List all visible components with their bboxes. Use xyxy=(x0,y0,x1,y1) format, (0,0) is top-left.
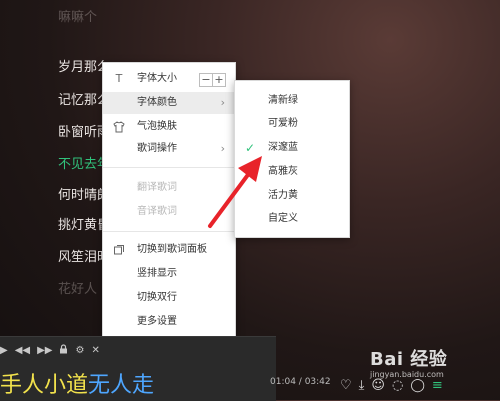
menu-item-label: 音译歌词 xyxy=(137,206,177,217)
watermark-logo: Bai 经验 xyxy=(370,349,448,370)
desktop-lyric-toolbar: ▶ ◀◀ ▶▶ ⚙ ✕ xyxy=(0,343,107,357)
desktop-lyric-line: 手人小道无人走 xyxy=(0,367,154,399)
menu-item-label: 气泡换肤 xyxy=(137,121,177,132)
menu-item-label: 切换到歌词面板 xyxy=(137,244,207,255)
playlist-icon[interactable]: ≡ xyxy=(432,378,443,393)
decrease-font-button[interactable]: − xyxy=(200,74,212,86)
menu-item-label: 字体颜色 xyxy=(137,97,177,108)
menu-item-font-color[interactable]: 字体颜色 › xyxy=(103,92,235,114)
lyric-icon[interactable]: ◌ xyxy=(392,378,403,393)
previous-icon[interactable]: ◀◀ xyxy=(15,345,30,356)
menu-item-label: 字体大小 xyxy=(137,73,177,84)
desktop-lyric-bar: ▶ ◀◀ ▶▶ ⚙ ✕ 手人小道无人走 xyxy=(0,336,276,401)
menu-item-switch-panel[interactable]: 切换到歌词面板 xyxy=(103,239,235,261)
lyric-upcoming-text: 无人走 xyxy=(88,373,155,398)
color-option-label: 可爱粉 xyxy=(268,118,298,129)
font-size-stepper: − + xyxy=(199,73,226,87)
window-icon xyxy=(113,244,125,256)
player-controls: ♡ ⤓ ☺ ◌ ◯ ≡ xyxy=(340,378,443,393)
next-icon[interactable]: ▶▶ xyxy=(37,345,52,356)
lock-icon[interactable] xyxy=(59,343,68,357)
menu-item-label: 竖排显示 xyxy=(137,268,177,279)
chat-icon[interactable]: ◯ xyxy=(410,378,425,393)
increase-font-button[interactable]: + xyxy=(212,74,225,86)
chevron-right-icon: › xyxy=(220,96,225,109)
menu-item-more-settings[interactable]: 更多设置 xyxy=(103,311,235,333)
menu-item-label: 翻译歌词 xyxy=(137,182,177,193)
lyric-line: 花好人 xyxy=(58,282,98,297)
annotation-arrow-icon xyxy=(208,156,262,228)
menu-item-vertical[interactable]: 竖排显示 xyxy=(103,263,235,285)
play-icon[interactable]: ▶ xyxy=(0,345,8,356)
gear-icon[interactable]: ⚙ xyxy=(75,345,84,356)
menu-item-dual-line[interactable]: 切换双行 xyxy=(103,287,235,309)
close-icon[interactable]: ✕ xyxy=(91,345,99,356)
menu-item-bubble-skin[interactable]: 气泡换肤 xyxy=(103,116,235,138)
menu-item-font-size[interactable]: T 字体大小 − + xyxy=(103,68,235,90)
menu-divider xyxy=(103,231,235,232)
heart-icon[interactable]: ♡ xyxy=(340,378,352,393)
menu-item-label: 更多设置 xyxy=(137,316,177,327)
watermark: Bai 经验 jingyan.baidu.com xyxy=(370,345,447,379)
lyric-line: 嘛嘛个 xyxy=(58,10,98,25)
color-option[interactable]: 清新绿 xyxy=(235,90,349,112)
lyric-sung-text: 手人小道 xyxy=(0,373,89,398)
menu-item-label: 切换双行 xyxy=(137,292,177,303)
shirt-icon xyxy=(113,121,125,133)
color-option[interactable]: 可爱粉 xyxy=(235,113,349,135)
comment-icon[interactable]: ☺ xyxy=(371,378,385,393)
playback-time: 01:04 / 03:42 xyxy=(270,377,331,387)
color-option-label: 清新绿 xyxy=(268,95,298,106)
download-icon[interactable]: ⤓ xyxy=(359,378,365,393)
watermark-url: jingyan.baidu.com xyxy=(370,370,444,379)
text-icon: T xyxy=(115,72,123,85)
menu-item-label: 歌词操作 xyxy=(137,143,177,154)
